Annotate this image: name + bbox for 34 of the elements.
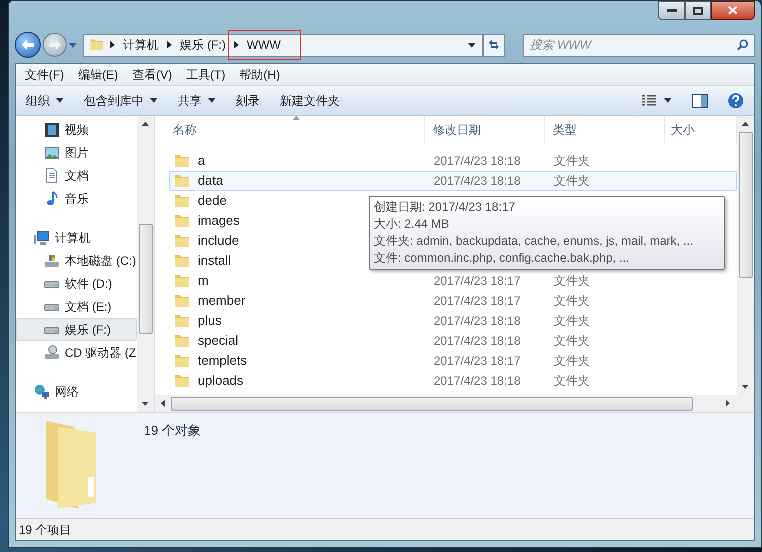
modified-date: 2017/4/23 18:18	[434, 154, 521, 168]
item-type: 文件夹	[554, 314, 590, 328]
file-name: images	[198, 212, 240, 230]
modified-date: 2017/4/23 18:17	[434, 354, 521, 368]
item-type: 文件夹	[554, 374, 590, 388]
item-type: 文件夹	[554, 174, 590, 188]
modified-date: 2017/4/23 18:17	[434, 274, 521, 288]
item-type: 文件夹	[554, 154, 590, 168]
modified-date: 2017/4/23 18:17	[434, 294, 521, 308]
file-name: include	[198, 232, 240, 250]
modified-date: 2017/4/23 18:18	[434, 374, 521, 388]
file-name: dede	[198, 192, 227, 210]
item-count: 19 个对象	[144, 422, 202, 440]
file-name: a	[198, 152, 206, 170]
tooltip-line: 大小: 2.44 MB	[374, 216, 450, 233]
item-type: 文件夹	[554, 294, 590, 308]
status-text: 19 个项目	[19, 522, 72, 538]
file-name: uploads	[198, 372, 244, 390]
tooltip-line: 创建日期: 2017/4/23 18:17	[374, 199, 516, 216]
item-type: 文件夹	[554, 274, 590, 288]
file-name: member	[198, 292, 246, 310]
file-name: special	[198, 332, 238, 350]
modified-date: 2017/4/23 18:18	[434, 314, 521, 328]
modified-date: 2017/4/23 18:18	[434, 334, 521, 348]
file-name: m	[198, 272, 209, 290]
modified-date: 2017/4/23 18:18	[434, 174, 521, 188]
item-type: 文件夹	[554, 354, 590, 368]
tooltip-line: 文件夹: admin, backupdata, cache, enums, js, mail, mark, ...	[374, 233, 694, 250]
file-name: install	[198, 252, 232, 270]
item-type: 文件夹	[554, 334, 590, 348]
file-name: data	[198, 172, 224, 190]
file-name: templets	[198, 352, 248, 370]
tooltip-line: 文件: common.inc.php, config.cache.bak.php, ...	[374, 250, 630, 267]
file-name: plus	[198, 312, 222, 330]
